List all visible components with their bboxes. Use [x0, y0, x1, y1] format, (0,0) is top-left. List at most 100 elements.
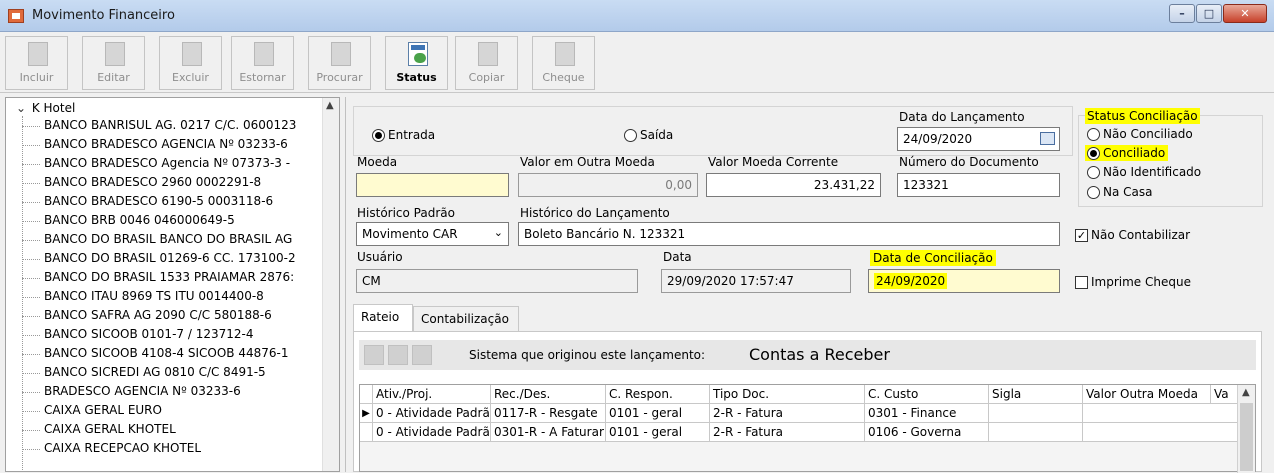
tree-item[interactable]: BANCO ITAU 8969 TS ITU 0014400-8: [22, 289, 264, 306]
tree-item[interactable]: BANCO BRADESCO 6190-5 0003118-6: [21, 194, 273, 211]
origem-value: Contas a Receber: [749, 345, 890, 364]
moeda-label: Moeda: [357, 155, 398, 169]
scroll-thumb[interactable]: [1240, 403, 1253, 471]
tree-root[interactable]: ⌄ K Hotel: [16, 101, 75, 115]
procurar-button[interactable]: Procurar: [308, 36, 371, 90]
imprime-cheque-label: Imprime Cheque: [1091, 275, 1191, 289]
tree-item[interactable]: BANCO DO BRASIL 1533 PRAIAMAR 2876:: [21, 270, 294, 287]
close-button[interactable]: ✕: [1223, 4, 1267, 23]
table-cell[interactable]: 0106 - Governa: [865, 423, 989, 442]
excluir-button[interactable]: Excluir: [159, 36, 222, 90]
table-cell[interactable]: 0301-R - A Faturar: [491, 423, 606, 442]
column-header[interactable]: Tipo Doc.: [710, 385, 865, 404]
radio-selected-icon: [1087, 146, 1100, 160]
copiar-button[interactable]: Copiar: [455, 36, 518, 90]
table-cell[interactable]: 0117-R - Resgate: [491, 404, 606, 423]
editar-button[interactable]: Editar: [82, 36, 145, 90]
calendar-icon[interactable]: [1040, 132, 1055, 145]
column-header[interactable]: Valor Outra Moeda: [1083, 385, 1211, 404]
edit-row-icon[interactable]: [388, 345, 408, 365]
tree-item[interactable]: BRADESCO AGENCIA Nº 03233-6: [22, 384, 241, 401]
imprime-cheque-checkbox[interactable]: Imprime Cheque: [1075, 275, 1191, 289]
incluir-label: Incluir: [19, 71, 54, 84]
tree-item[interactable]: BANCO SICOOB 4108-4 SICOOB 44876-1: [21, 346, 288, 363]
table-cell[interactable]: 0101 - geral: [606, 404, 710, 423]
table-row[interactable]: ▶ 0 - Atividade Padrão 0117-R - Resgate …: [360, 404, 1238, 423]
column-header[interactable]: Va: [1211, 385, 1238, 404]
tree-item[interactable]: CAIXA RECEPCAO KHOTEL: [21, 441, 201, 458]
table-cell[interactable]: [1083, 404, 1238, 423]
saida-radio[interactable]: Saída: [624, 128, 673, 142]
tree-scrollbar[interactable]: ▲: [322, 98, 339, 471]
chevron-down-icon[interactable]: ⌄: [494, 226, 503, 239]
status-na-casa-radio[interactable]: Na Casa: [1087, 185, 1152, 199]
grid-scrollbar[interactable]: ▲: [1237, 385, 1255, 473]
cheque-button[interactable]: Cheque: [532, 36, 595, 90]
rateio-grid[interactable]: Ativ./Proj. Rec./Des. C. Respon. Tipo Do…: [359, 384, 1256, 473]
table-row[interactable]: 0 - Atividade Padrão 0301-R - A Faturar …: [360, 423, 1238, 442]
valor-moeda-corrente-field[interactable]: 23.431,22: [706, 173, 881, 197]
table-cell[interactable]: 2-R - Fatura: [710, 404, 865, 423]
column-header[interactable]: Rec./Des.: [491, 385, 606, 404]
scroll-up-icon[interactable]: ▲: [1242, 387, 1250, 398]
nao-contabilizar-checkbox[interactable]: ✓ Não Contabilizar: [1075, 228, 1190, 242]
tab-contabilizacao[interactable]: Contabilização: [413, 306, 519, 331]
column-header[interactable]: Sigla: [989, 385, 1083, 404]
tree-item[interactable]: BANCO SICREDI AG 0810 C/C 8491-5: [22, 365, 266, 382]
table-cell[interactable]: [989, 404, 1083, 423]
historico-lancamento-field[interactable]: Boleto Bancário N. 123321: [518, 222, 1060, 246]
table-cell[interactable]: 0301 - Finance: [865, 404, 989, 423]
estornar-button[interactable]: Estornar: [231, 36, 294, 90]
minimize-button[interactable]: –: [1169, 4, 1195, 23]
column-header[interactable]: C. Respon.: [606, 385, 710, 404]
data-lancamento-field[interactable]: 24/09/2020: [897, 127, 1060, 151]
tree-item[interactable]: BANCO BRADESCO AGENCIA Nº 03233-6: [22, 137, 288, 154]
checkbox-icon: [1075, 275, 1088, 289]
status-nao-identificado-radio[interactable]: Não Identificado: [1087, 165, 1201, 179]
tab-rateio[interactable]: Rateio: [353, 304, 413, 331]
data-conciliacao-field[interactable]: 24/09/2020: [868, 269, 1060, 293]
tree-item[interactable]: BANCO BRADESCO Agencia Nº 07373-3 -: [21, 156, 290, 173]
reverse-icon: [254, 42, 274, 66]
origem-label: Sistema que originou este lançamento:: [469, 348, 706, 362]
data-field[interactable]: 29/09/2020 17:57:47: [661, 269, 851, 293]
entrada-radio[interactable]: Entrada: [372, 128, 435, 142]
table-cell[interactable]: [1083, 423, 1238, 442]
excluir-label: Excluir: [172, 71, 209, 84]
status-nao-conciliado-radio[interactable]: Não Conciliado: [1087, 127, 1193, 141]
account-tree[interactable]: ⌄ K Hotel BANCO BANRISUL AG. 0217 C/C. 0…: [5, 97, 340, 472]
historico-padrao-select[interactable]: Movimento CAR ⌄: [356, 222, 509, 246]
edit-document-icon: [105, 42, 125, 66]
tree-item[interactable]: BANCO BRADESCO 2960 0002291-8: [21, 175, 261, 192]
table-cell[interactable]: 2-R - Fatura: [710, 423, 865, 442]
tree-item[interactable]: CAIXA GERAL KHOTEL: [22, 422, 176, 439]
usuario-field[interactable]: CM: [356, 269, 638, 293]
tree-item[interactable]: BANCO DO BRASIL BANCO DO BRASIL AG: [21, 232, 292, 249]
valor-moeda-corrente-label: Valor Moeda Corrente: [708, 155, 839, 169]
column-header[interactable]: Ativ./Proj.: [373, 385, 491, 404]
tree-item[interactable]: BANCO SAFRA AG 2090 C/C 580188-6: [22, 308, 272, 325]
valor-outra-moeda-field[interactable]: 0,00: [518, 173, 698, 197]
column-header[interactable]: C. Custo: [865, 385, 989, 404]
add-row-icon[interactable]: [364, 345, 384, 365]
procurar-label: Procurar: [316, 71, 363, 84]
table-cell[interactable]: 0 - Atividade Padrão: [373, 404, 491, 423]
maximize-button[interactable]: □: [1196, 4, 1222, 23]
moeda-field[interactable]: [356, 173, 509, 197]
table-cell[interactable]: 0 - Atividade Padrão: [373, 423, 491, 442]
tree-item[interactable]: BANCO BRB 0046 046000649-5: [22, 213, 235, 230]
chevron-down-icon[interactable]: ⌄: [16, 101, 28, 115]
status-conciliado-radio[interactable]: Conciliado: [1085, 145, 1169, 161]
tree-item[interactable]: BANCO DO BRASIL 01269-6 CC. 173100-2: [22, 251, 296, 268]
numero-documento-field[interactable]: 123321: [897, 173, 1060, 197]
status-button[interactable]: Status: [385, 36, 448, 90]
scroll-up-icon[interactable]: ▲: [326, 100, 334, 111]
tree-item[interactable]: CAIXA GERAL EURO: [22, 403, 162, 420]
grid-header: Ativ./Proj. Rec./Des. C. Respon. Tipo Do…: [360, 385, 1238, 404]
table-cell[interactable]: [989, 423, 1083, 442]
delete-row-icon[interactable]: [412, 345, 432, 365]
table-cell[interactable]: 0101 - geral: [606, 423, 710, 442]
tree-item[interactable]: BANCO BANRISUL AG. 0217 C/C. 0600123: [21, 118, 296, 135]
incluir-button[interactable]: Incluir: [5, 36, 68, 90]
tree-item[interactable]: BANCO SICOOB 0101-7 / 123712-4: [21, 327, 253, 344]
